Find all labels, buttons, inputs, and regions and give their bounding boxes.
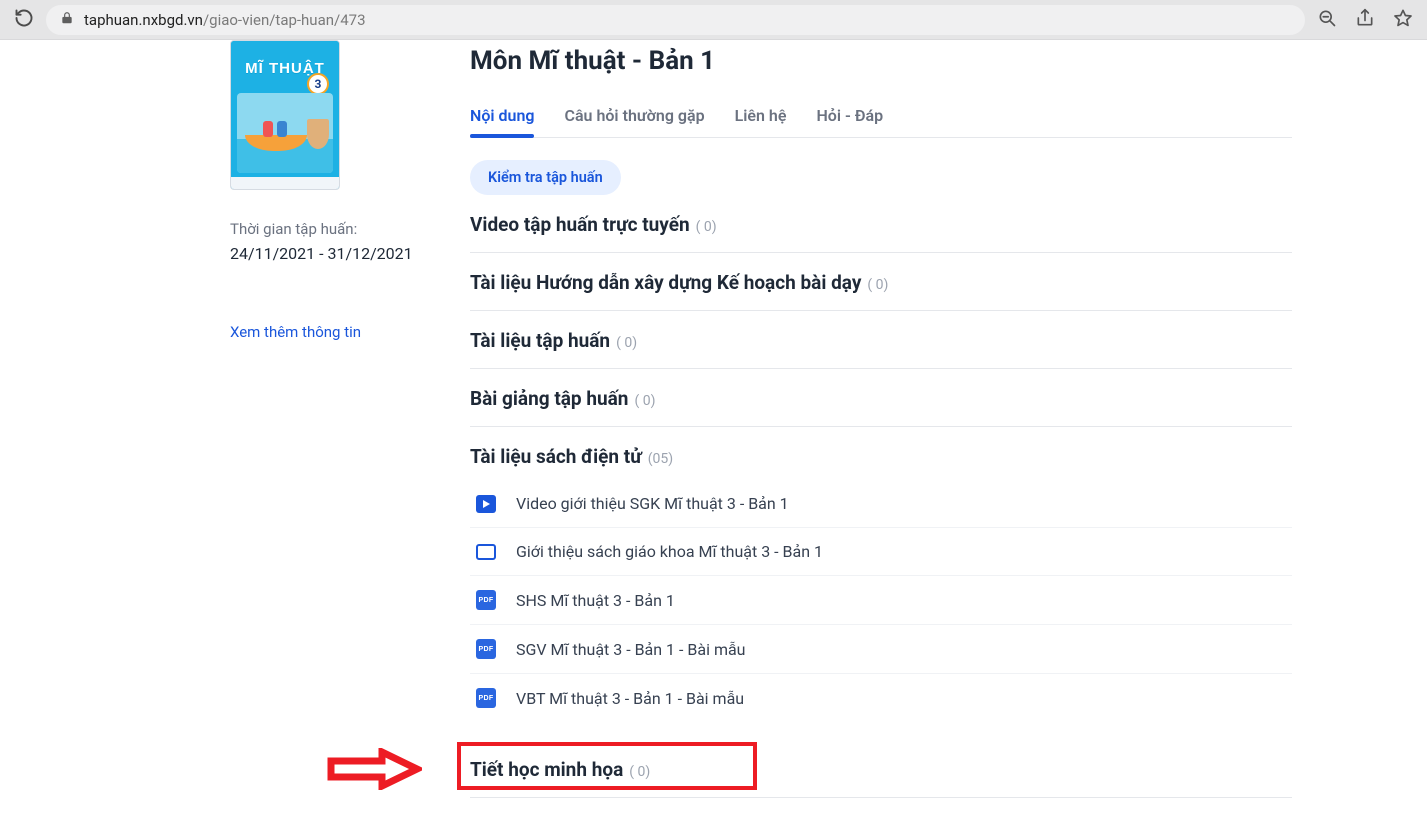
section-video-training: Video tập huấn trực tuyến ( 0) <box>470 195 1292 253</box>
url-path: /giao-vien/tap-huan/473 <box>203 11 366 29</box>
pdf-icon: PDF <box>476 688 496 708</box>
section-header[interactable]: Bài giảng tập huấn ( 0) <box>470 387 1292 410</box>
section-title: Tài liệu tập huấn <box>470 329 610 352</box>
section-lesson-plan-guide: Tài liệu Hướng dẫn xây dựng Kế hoạch bài… <box>470 253 1292 311</box>
section-count: ( 0) <box>634 393 655 409</box>
chrome-right <box>1317 8 1413 32</box>
section-title: Video tập huấn trực tuyến <box>470 213 690 236</box>
resource-label: Giới thiệu sách giáo khoa Mĩ thuật 3 - B… <box>516 542 823 561</box>
section-title: Bài giảng tập huấn <box>470 387 628 410</box>
annotation-arrow-icon <box>327 748 422 790</box>
training-time-label: Thời gian tập huấn: <box>230 220 430 238</box>
content-row: MĨ THUẬT 3 Thời gian tập huấn: 24/11/202… <box>0 40 1427 838</box>
course-thumbnail[interactable]: MĨ THUẬT 3 <box>230 40 340 190</box>
thumbnail-art <box>237 93 333 173</box>
section-count: ( 0) <box>696 219 717 235</box>
play-icon <box>476 495 496 513</box>
resource-item[interactable]: Video giới thiệu SGK Mĩ thuật 3 - Bản 1 <box>470 480 1292 528</box>
section-count: ( 0) <box>867 277 888 293</box>
resource-item[interactable]: PDF SGV Mĩ thuật 3 - Bản 1 - Bài mẫu <box>470 625 1292 674</box>
resource-label: VBT Mĩ thuật 3 - Bản 1 - Bài mẫu <box>516 689 744 708</box>
pdf-icon: PDF <box>476 590 496 610</box>
tab-noi-dung[interactable]: Nội dung <box>470 96 534 137</box>
section-training-docs: Tài liệu tập huấn ( 0) <box>470 311 1292 369</box>
url-host: taphuan.nxbgd.vn <box>84 11 203 29</box>
chrome-left <box>14 8 34 32</box>
resource-item-highlighted[interactable]: PDF VBT Mĩ thuật 3 - Bản 1 - Bài mẫu <box>470 674 1292 722</box>
resource-item[interactable]: Giới thiệu sách giáo khoa Mĩ thuật 3 - B… <box>470 528 1292 576</box>
thumbnail-badge: 3 <box>307 73 329 95</box>
section-count: (05) <box>648 451 673 467</box>
resource-label: Video giới thiệu SGK Mĩ thuật 3 - Bản 1 <box>516 494 789 513</box>
section-ebooks: Tài liệu sách điện tử (05) Video giới th… <box>470 427 1292 738</box>
tab-bar: Nội dung Câu hỏi thường gặp Liên hệ Hỏi … <box>470 96 1292 138</box>
tab-lien-he[interactable]: Liên hệ <box>735 96 787 137</box>
tab-hoi-dap[interactable]: Hỏi - Đáp <box>816 96 883 137</box>
resource-item[interactable]: PDF SHS Mĩ thuật 3 - Bản 1 <box>470 576 1292 625</box>
lock-icon <box>60 11 74 29</box>
tab-faq[interactable]: Câu hỏi thường gặp <box>564 96 704 137</box>
resource-label: SHS Mĩ thuật 3 - Bản 1 <box>516 591 675 610</box>
section-title: Tài liệu Hướng dẫn xây dựng Kế hoạch bài… <box>470 271 861 294</box>
main-column: Môn Mĩ thuật - Bản 1 Nội dung Câu hỏi th… <box>470 40 1427 838</box>
section-header[interactable]: Video tập huấn trực tuyến ( 0) <box>470 213 1292 236</box>
section-count: ( 0) <box>616 335 637 351</box>
sidebar: MĨ THUẬT 3 Thời gian tập huấn: 24/11/202… <box>0 40 470 838</box>
training-time-value: 24/11/2021 - 31/12/2021 <box>230 244 430 263</box>
pdf-icon: PDF <box>476 639 496 659</box>
page-title: Môn Mĩ thuật - Bản 1 <box>470 46 1292 76</box>
section-training-lectures: Bài giảng tập huấn ( 0) <box>470 369 1292 427</box>
reload-icon[interactable] <box>14 8 34 32</box>
take-test-chip[interactable]: Kiểm tra tập huấn <box>470 160 621 195</box>
slide-icon <box>476 544 496 560</box>
resource-label: SGV Mĩ thuật 3 - Bản 1 - Bài mẫu <box>516 640 746 659</box>
browser-chrome: taphuan.nxbgd.vn/giao-vien/tap-huan/473 <box>0 0 1427 40</box>
section-title: Tài liệu sách điện tử <box>470 445 642 468</box>
section-header[interactable]: Tài liệu tập huấn ( 0) <box>470 329 1292 352</box>
annotation-highlight-box <box>457 742 757 790</box>
section-header[interactable]: Tài liệu Hướng dẫn xây dựng Kế hoạch bài… <box>470 271 1292 294</box>
section-header[interactable]: Tài liệu sách điện tử (05) <box>470 445 1292 468</box>
star-icon[interactable] <box>1393 8 1413 32</box>
url-text: taphuan.nxbgd.vn/giao-vien/tap-huan/473 <box>84 11 366 29</box>
share-icon[interactable] <box>1355 8 1375 32</box>
address-bar[interactable]: taphuan.nxbgd.vn/giao-vien/tap-huan/473 <box>46 5 1305 35</box>
more-info-link[interactable]: Xem thêm thông tin <box>230 323 430 341</box>
zoom-out-icon[interactable] <box>1317 8 1337 32</box>
